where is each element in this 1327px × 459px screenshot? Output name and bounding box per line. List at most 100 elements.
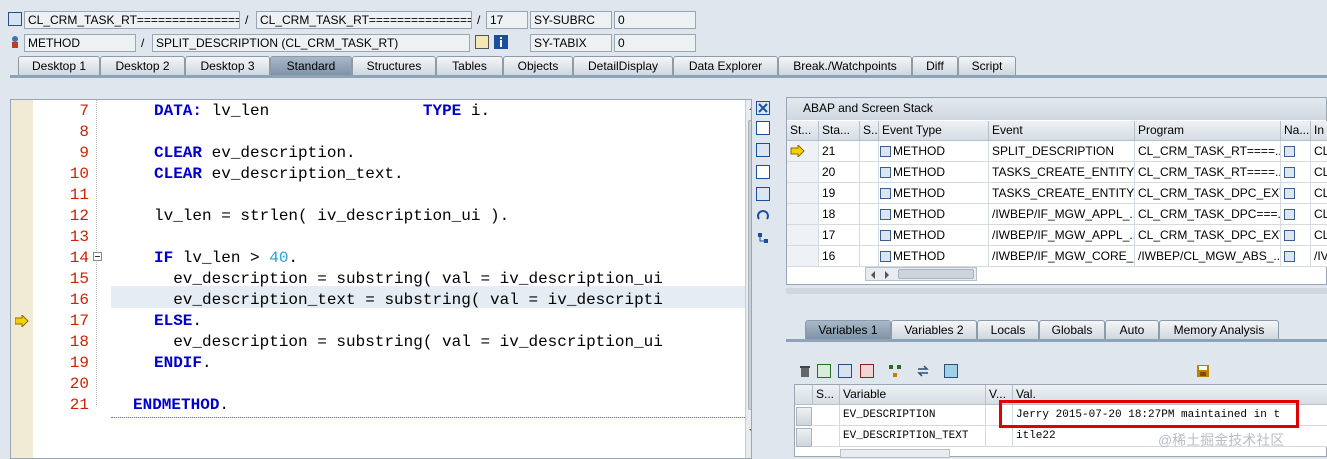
display-icon[interactable]	[944, 364, 958, 378]
col-header[interactable]: S...	[860, 121, 879, 141]
swap-tool-icon[interactable]	[756, 187, 770, 201]
insert-row-icon[interactable]	[817, 364, 831, 378]
stack-nav[interactable]	[1281, 225, 1311, 246]
hierarchy-icon[interactable]	[888, 364, 902, 378]
stack-level[interactable]: 19	[819, 183, 860, 204]
tab-objects[interactable]: Objects	[503, 56, 573, 75]
col-header[interactable]: Sta...	[819, 121, 860, 141]
undo-tool-icon[interactable]	[756, 209, 770, 223]
stack-row-marker[interactable]	[787, 225, 819, 246]
new-tool-icon[interactable]	[756, 121, 770, 135]
stack-level[interactable]: 20	[819, 162, 860, 183]
tab-structures[interactable]: Structures	[352, 56, 436, 75]
navigate-icon[interactable]	[1284, 167, 1295, 178]
sysvar-value-field-2[interactable]: 0	[614, 34, 696, 52]
stack-hscrollbar[interactable]	[865, 267, 977, 281]
config-tool-icon[interactable]	[756, 231, 770, 245]
stack-row-marker[interactable]	[787, 141, 819, 162]
stack-event[interactable]: TASKS_CREATE_ENTITY	[989, 162, 1135, 183]
close-tool-icon[interactable]	[756, 101, 770, 115]
stack-nav[interactable]	[1281, 183, 1311, 204]
tab-break-watchpoints[interactable]: Break./Watchpoints	[778, 56, 912, 75]
stack-program[interactable]: CL_CRM_TASK_DPC===...	[1135, 204, 1281, 225]
row-select[interactable]	[796, 407, 812, 426]
event-name-field[interactable]: SPLIT_DESCRIPTION (CL_CRM_TASK_RT)	[152, 34, 470, 52]
tab-diff[interactable]: Diff	[912, 56, 958, 75]
delete-row-icon[interactable]	[860, 364, 874, 378]
stack-program[interactable]: CL_CRM_TASK_DPC_EXT...	[1135, 225, 1281, 246]
delete-icon[interactable]	[798, 364, 812, 378]
tab-locals[interactable]: Locals	[977, 320, 1039, 339]
stack-level[interactable]: 18	[819, 204, 860, 225]
navigate-icon[interactable]	[1284, 188, 1295, 199]
event-type-field[interactable]: METHOD	[24, 34, 136, 52]
stack-level[interactable]: 16	[819, 246, 860, 267]
stack-level[interactable]: 21	[819, 141, 860, 162]
transfer-icon[interactable]	[916, 364, 930, 378]
stack-program[interactable]: CL_CRM_TASK_RT====...	[1135, 162, 1281, 183]
stack-program[interactable]: CL_CRM_TASK_RT====...	[1135, 141, 1281, 162]
tab-tables[interactable]: Tables	[436, 56, 503, 75]
breakpoint-gutter[interactable]	[11, 100, 33, 458]
stack-nav[interactable]	[1281, 162, 1311, 183]
var-name[interactable]: EV_DESCRIPTION_TEXT	[840, 426, 986, 447]
tab-desktop-2[interactable]: Desktop 2	[100, 56, 185, 75]
stack-include[interactable]: CL	[1311, 162, 1327, 183]
stack-event[interactable]: SPLIT_DESCRIPTION	[989, 141, 1135, 162]
stack-include[interactable]: CL	[1311, 204, 1327, 225]
stack-event[interactable]: /IWBEP/IF_MGW_APPL_...	[989, 225, 1135, 246]
tab-desktop-1[interactable]: Desktop 1	[18, 56, 100, 75]
stack-include[interactable]: CL	[1311, 141, 1327, 162]
row-select-header[interactable]	[795, 385, 813, 405]
tab-standard[interactable]: Standard	[270, 56, 352, 75]
save-icon[interactable]	[1196, 364, 1210, 378]
col-header[interactable]: Na...	[1281, 121, 1311, 141]
tab-auto[interactable]: Auto	[1105, 320, 1159, 339]
navigate-icon[interactable]	[1284, 146, 1295, 157]
navigate-icon[interactable]	[1284, 230, 1295, 241]
append-row-icon[interactable]	[838, 364, 852, 378]
info-icon[interactable]	[494, 35, 508, 49]
stack-event[interactable]: /IWBEP/IF_MGW_CORE_...	[989, 246, 1135, 267]
tab-memory-analysis[interactable]: Memory Analysis	[1159, 320, 1279, 339]
stack-include[interactable]: CL	[1311, 225, 1327, 246]
tab-variables-2[interactable]: Variables 2	[891, 320, 977, 339]
stack-nav[interactable]	[1281, 141, 1311, 162]
stack-event-type[interactable]: METHOD	[879, 141, 989, 162]
stack-row-marker[interactable]	[787, 204, 819, 225]
row-select[interactable]	[796, 428, 812, 447]
stack-event-type[interactable]: METHOD	[879, 246, 989, 267]
tab-globals[interactable]: Globals	[1039, 320, 1105, 339]
col-header[interactable]: S...	[813, 385, 840, 405]
stack-nav[interactable]	[1281, 246, 1311, 267]
collapse-toggle-icon[interactable]	[93, 252, 102, 261]
stack-include[interactable]: CL	[1311, 183, 1327, 204]
source-editor[interactable]: 7 8 9 10 11 12 13 14 15 16 17 18 19 20 2…	[10, 99, 752, 459]
col-header[interactable]: In	[1311, 121, 1327, 141]
stack-event[interactable]: /IWBEP/IF_MGW_APPL_...	[989, 204, 1135, 225]
col-header[interactable]: Variable	[840, 385, 986, 405]
tab-variables-1[interactable]: Variables 1	[805, 320, 891, 339]
sysvar-name-field-2[interactable]: SY-TABIX	[530, 34, 612, 52]
navigate-icon[interactable]	[1284, 209, 1295, 220]
col-header[interactable]: Program	[1135, 121, 1281, 141]
stack-event-type[interactable]: METHOD	[879, 225, 989, 246]
line-number-field[interactable]: 17	[486, 11, 528, 29]
stack-event-type[interactable]: METHOD	[879, 183, 989, 204]
tab-data-explorer[interactable]: Data Explorer	[673, 56, 778, 75]
sysvar-value-field[interactable]: 0	[614, 11, 696, 29]
panel-splitter[interactable]	[786, 288, 1327, 294]
stack-row-marker[interactable]	[787, 183, 819, 204]
stack-event-type[interactable]: METHOD	[879, 162, 989, 183]
editor-scrollbar[interactable]	[745, 100, 751, 458]
stack-include[interactable]: /IV	[1311, 246, 1327, 267]
tab-script[interactable]: Script	[958, 56, 1016, 75]
stack-nav[interactable]	[1281, 204, 1311, 225]
class-name-field[interactable]: CL_CRM_TASK_RT===============	[24, 11, 240, 29]
var-name[interactable]: EV_DESCRIPTION	[840, 405, 986, 426]
split-tool-icon[interactable]	[756, 143, 770, 157]
sysvar-name-field[interactable]: SY-SUBRC	[530, 11, 612, 29]
stack-hscroll-thumb[interactable]	[898, 269, 974, 279]
col-header[interactable]: Event Type	[879, 121, 989, 141]
program-name-field[interactable]: CL_CRM_TASK_RT===============	[256, 11, 472, 29]
